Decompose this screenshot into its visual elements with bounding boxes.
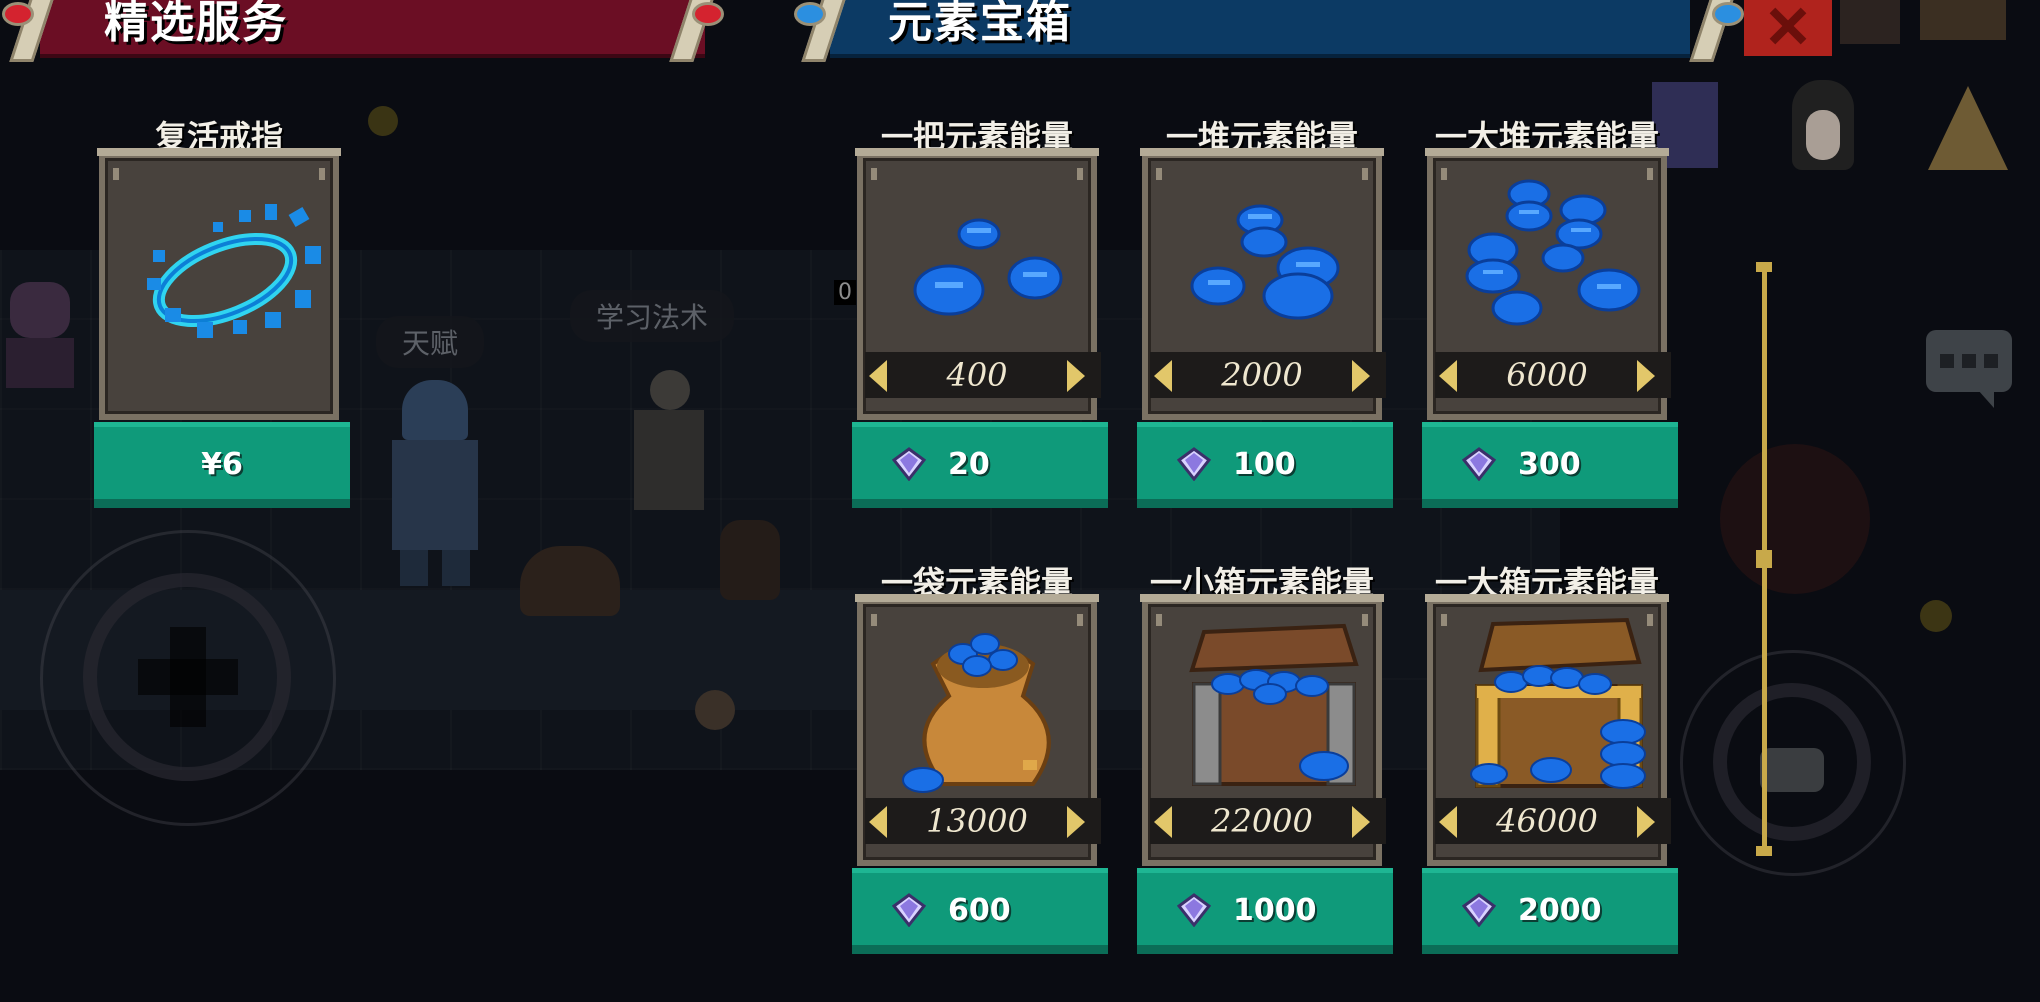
product-quantity: 46000 <box>1496 802 1598 840</box>
bg-orb <box>1720 444 1870 594</box>
item-frame: 2000 <box>1140 148 1386 420</box>
energy-coin-icon <box>1190 204 1340 320</box>
close-icon[interactable] <box>1744 0 1832 56</box>
treasure-chest-icon <box>1470 617 1646 789</box>
talent-label: 天赋 <box>376 316 485 368</box>
banner-horn-icon <box>1686 0 1744 62</box>
buy-button[interactable]: 600 <box>852 868 1108 954</box>
banner-horn-icon <box>2 0 55 62</box>
item-frame: 22000 <box>1140 594 1386 866</box>
scroll-cap <box>1756 262 1772 272</box>
gem-icon <box>1462 447 1496 481</box>
npc-statue <box>610 370 720 520</box>
product-price: 2000 <box>1518 893 1602 928</box>
element-chest-banner: 元素宝箱 <box>790 0 1744 62</box>
product-quantity: 400 <box>946 356 1008 394</box>
toolbar-slot <box>1840 0 1900 44</box>
chat-bubble-icon[interactable] <box>1760 748 1824 792</box>
product-quantity: 6000 <box>1506 356 1588 394</box>
coin-bag-icon <box>902 633 1051 793</box>
buy-button[interactable]: 300 <box>1422 422 1678 508</box>
buy-button[interactable]: 1000 <box>1137 868 1393 954</box>
bg-light <box>695 690 735 730</box>
product-quantity: 22000 <box>1211 802 1313 840</box>
buy-button[interactable]: 2000 <box>1422 868 1678 954</box>
product-quantity: 13000 <box>926 802 1028 840</box>
bag-icon <box>1920 0 2006 40</box>
gem-icon <box>1177 447 1211 481</box>
player-character <box>380 380 490 590</box>
bell-icon <box>1928 86 2008 170</box>
energy-coin-icon <box>1465 179 1641 326</box>
item-frame: 13000 <box>855 594 1101 866</box>
buy-button[interactable]: 20 <box>852 422 1108 508</box>
banner-horn-icon <box>794 0 847 62</box>
gem-icon <box>892 893 926 927</box>
product-quantity: 2000 <box>1221 356 1303 394</box>
learn-spell-label: 学习法术 <box>570 290 735 342</box>
item-frame: 400 <box>855 148 1101 420</box>
energy-coin-icon <box>913 218 1063 316</box>
treasure-chest-icon <box>1189 623 1359 786</box>
product-price: 1000 <box>1233 893 1317 928</box>
product-price: 20 <box>948 447 990 482</box>
item-frame: 46000 <box>1425 594 1671 866</box>
featured-banner: 精选服务 <box>0 0 735 62</box>
featured-banner-title: 精选服务 <box>104 0 288 48</box>
gem-icon <box>1177 893 1211 927</box>
element-chest-banner-title: 元素宝箱 <box>888 0 1072 48</box>
scroll-thumb[interactable] <box>1756 550 1772 568</box>
banner-horn-icon <box>666 0 724 62</box>
gem-icon <box>892 447 926 481</box>
pot <box>520 546 620 616</box>
move-joystick[interactable] <box>40 530 336 826</box>
item-frame: 6000 <box>1425 148 1671 420</box>
hud-number: 0 <box>834 280 856 305</box>
pot <box>720 520 780 600</box>
scroll-cap <box>1756 846 1772 856</box>
penguin-icon <box>1792 80 1854 170</box>
revive-ring-icon <box>147 204 321 338</box>
product-price: 300 <box>1518 447 1581 482</box>
product-price: 600 <box>948 893 1011 928</box>
featured-item-price: ¥6 <box>201 447 243 482</box>
buy-button[interactable]: 100 <box>1137 422 1393 508</box>
buy-revive-ring-button[interactable]: ¥6 <box>94 422 350 508</box>
chat-icon[interactable] <box>1926 330 2012 408</box>
gem-icon <box>1462 893 1496 927</box>
item-frame <box>97 148 341 420</box>
product-price: 100 <box>1233 447 1296 482</box>
bg-light <box>1920 600 1952 632</box>
npc-left <box>0 282 80 392</box>
